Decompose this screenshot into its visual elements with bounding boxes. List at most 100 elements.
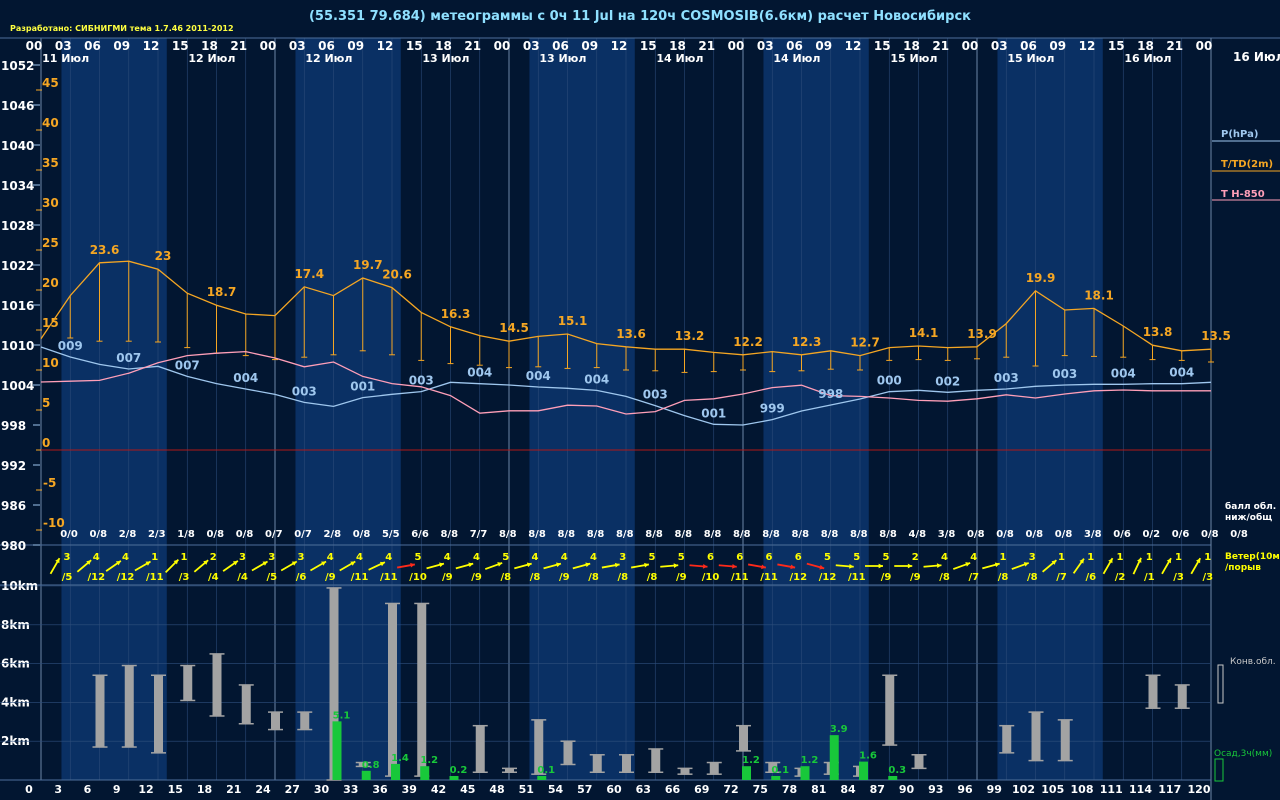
wind-gust-label: /9 — [325, 572, 336, 583]
wind-gust-label: /8 — [647, 572, 658, 583]
precip-value-label: 5.1 — [333, 710, 351, 721]
top-hour-label: 09 — [1049, 39, 1066, 53]
wind-gust-label: /9 — [881, 572, 892, 583]
wind-speed-label: 3 — [619, 552, 626, 563]
legend-convective: Конв.обл. — [1230, 657, 1276, 667]
bottom-hour-label: 60 — [606, 783, 622, 796]
temperature-tick-label: -10 — [43, 516, 65, 530]
wind-speed-label: 4 — [327, 552, 334, 563]
convective-cloud-bar — [417, 603, 427, 777]
convective-cloud-bar — [680, 768, 690, 775]
right-date-label: 16 Июл — [1233, 50, 1280, 64]
temperature-value-label: 19.7 — [353, 258, 383, 272]
wind-gust-label: /9 — [910, 572, 921, 583]
cloud-cover-label: 2/8 — [119, 529, 137, 540]
convective-cloud-bar — [563, 741, 573, 765]
bottom-hour-label: 9 — [113, 783, 121, 796]
credit-text: Разработано: СИБНИГМИ тема 1.7.46 2011-2… — [10, 23, 234, 33]
wind-gust-label: /7 — [968, 572, 979, 583]
bottom-hour-label: 72 — [723, 783, 738, 796]
top-hour-label: 18 — [1137, 39, 1154, 53]
convective-cloud-bar — [1002, 725, 1012, 753]
wind-gust-label: /5 — [266, 572, 277, 583]
date-label: 13 Июл — [422, 52, 469, 65]
cloud-cover-label: 0/8 — [967, 529, 985, 540]
convective-cloud-bar — [592, 754, 602, 773]
wind-gust-label: /7 — [1056, 572, 1067, 583]
cloud-cover-label: 8/8 — [821, 529, 839, 540]
pressure-value-label: 998 — [818, 387, 843, 401]
cloud-cover-label: 8/8 — [762, 529, 780, 540]
wind-speed-label: 4 — [561, 552, 568, 563]
top-hour-label: 15 — [406, 39, 423, 53]
cloud-cover-label: 8/8 — [440, 529, 458, 540]
top-hour-label: 09 — [347, 39, 364, 53]
wind-speed-label: 1 — [1204, 552, 1211, 563]
bottom-hour-label: 81 — [811, 783, 826, 796]
bottom-hour-label: 93 — [928, 783, 943, 796]
bottom-hour-label: 84 — [840, 783, 856, 796]
top-hour-label: 00 — [494, 39, 511, 53]
wind-gust-label: /8 — [998, 572, 1009, 583]
convective-cloud-bar — [183, 665, 193, 701]
wind-speed-label: 5 — [883, 552, 890, 563]
convective-cloud-bar — [241, 684, 251, 724]
precip-bar — [332, 721, 342, 780]
bottom-hour-label: 24 — [255, 783, 271, 796]
wind-speed-label: 3 — [298, 552, 305, 563]
wind-speed-label: 3 — [1029, 552, 1036, 563]
temperature-value-label: 13.6 — [616, 327, 646, 341]
wind-speed-label: 4 — [473, 552, 480, 563]
temperature-value-label: 20.6 — [382, 268, 412, 282]
cloud-cover-label: 1/8 — [177, 529, 195, 540]
bottom-hour-labels: 0 3 6 9 12 15 18 21 24 27 30 33 36 39 42 45 48 51 54 57 60 63… — [25, 783, 1211, 796]
precip-bar — [391, 763, 400, 780]
bottom-hour-label: 69 — [694, 783, 709, 796]
wind-speed-label: 4 — [444, 552, 451, 563]
precip-value-label: 0.1 — [537, 765, 555, 776]
cloud-cover-label: 0/7 — [265, 529, 283, 540]
convective-cloud-bar — [1060, 719, 1070, 761]
top-hour-label: 09 — [815, 39, 832, 53]
temperature-value-label: 16.3 — [441, 307, 471, 321]
top-hour-label: 12 — [377, 39, 394, 53]
pressure-tick-label: 986 — [1, 499, 26, 513]
temperature-value-label: 18.1 — [1084, 288, 1114, 302]
wind-speed-label: 3 — [239, 552, 246, 563]
legend-cloud-cover-2: ниж/общ — [1225, 512, 1272, 523]
date-label: 15 Июл — [890, 52, 937, 65]
pressure-tick-label: 980 — [1, 539, 26, 553]
bottom-hour-label: 30 — [314, 783, 330, 796]
bottom-hour-label: 102 — [1012, 783, 1035, 796]
pressure-value-label: 001 — [350, 380, 375, 394]
wind-speed-label: 4 — [941, 552, 948, 563]
temperature-value-label: 15.1 — [558, 314, 588, 328]
daylight-band — [295, 38, 401, 780]
top-hour-label: 12 — [143, 39, 160, 53]
cloud-cover-label: 0/8 — [996, 529, 1014, 540]
date-label: 15 Июл — [1007, 52, 1054, 65]
temperature-value-label: 14.5 — [499, 321, 529, 335]
top-hour-label: 09 — [113, 39, 130, 53]
date-label: 14 Июл — [656, 52, 703, 65]
date-label: 13 Июл — [539, 52, 586, 65]
date-label: 12 Июл — [305, 52, 352, 65]
bottom-hour-label: 45 — [460, 783, 475, 796]
wind-speed-label: 5 — [649, 552, 656, 563]
pressure-value-label: 003 — [292, 384, 317, 398]
wind-speed-label: 4 — [590, 552, 597, 563]
wind-speed-label: 5 — [853, 552, 860, 563]
legend-t850: T H-850 — [1221, 189, 1265, 200]
wind-gust-label: /6 — [296, 572, 307, 583]
pressure-value-label: 007 — [175, 358, 200, 372]
pressure-value-label: 007 — [116, 351, 141, 365]
legend-precip: Осад,3ч(мм) — [1214, 749, 1272, 759]
cloud-cover-label: 8/8 — [616, 529, 634, 540]
wind-gust-label: /8 — [588, 572, 599, 583]
wind-gust-label: /12 — [789, 572, 807, 583]
wind-gust-label: /11 — [731, 572, 749, 583]
pressure-value-label: 009 — [58, 339, 83, 353]
top-hour-label: 21 — [698, 39, 715, 53]
pressure-value-label: 003 — [409, 374, 434, 388]
top-hour-label: 21 — [464, 39, 481, 53]
